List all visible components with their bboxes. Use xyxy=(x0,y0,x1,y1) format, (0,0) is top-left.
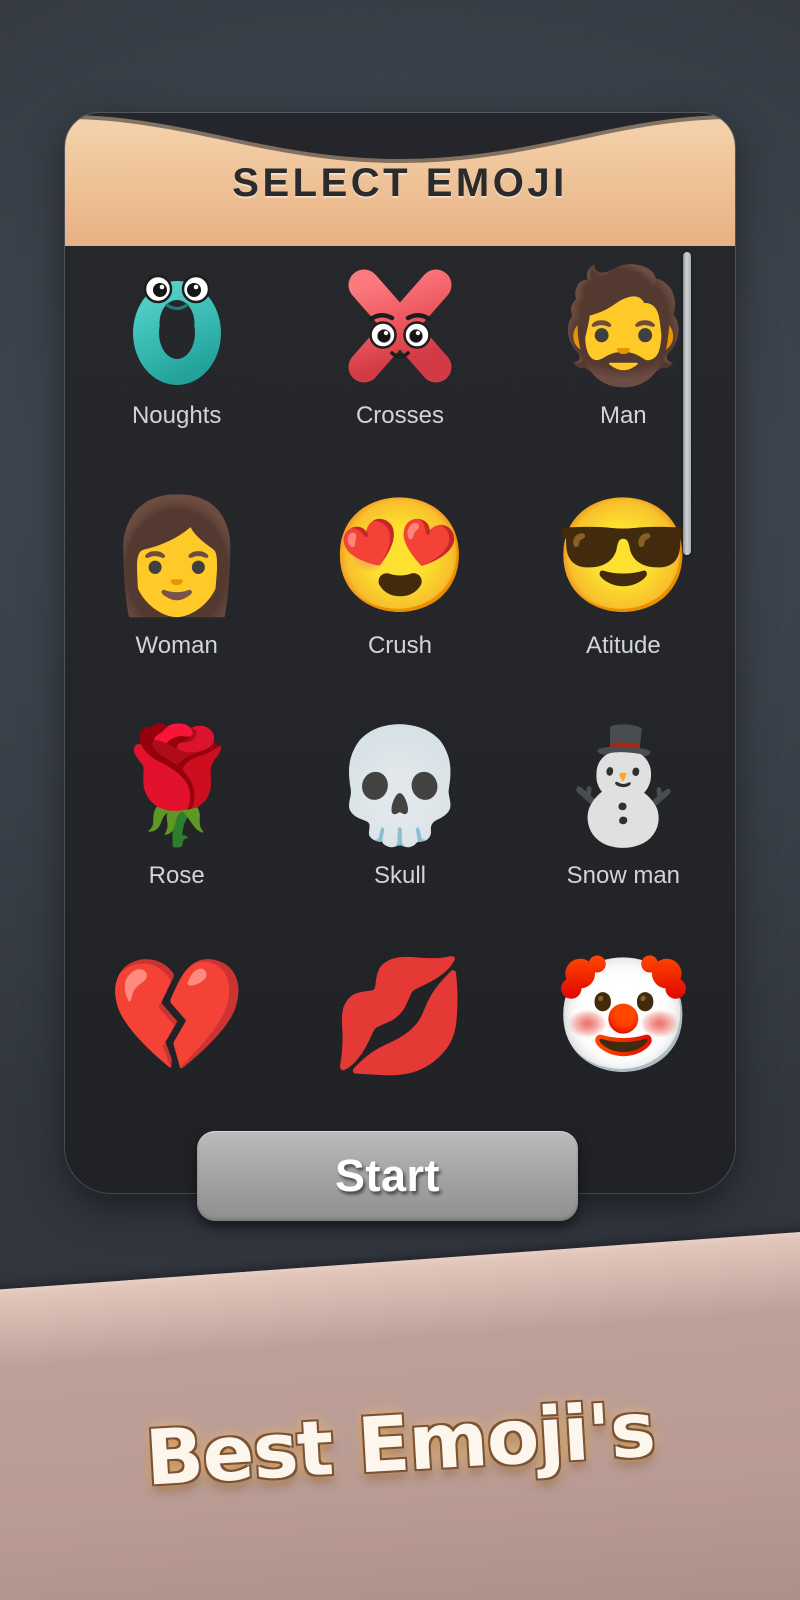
banner-highlight xyxy=(0,1227,800,1372)
page-title: SELECT EMOJI xyxy=(232,161,568,205)
heart-eyes-emoji: 😍 xyxy=(330,493,470,618)
crosses-x-icon xyxy=(330,256,470,396)
emoji-cell-rose[interactable]: 🌹 Rose xyxy=(65,706,288,936)
emoji-row: 👩 Woman 😍 Crush 😎 Atitude xyxy=(65,476,735,706)
emoji-label: Snow man xyxy=(566,862,681,889)
app-screen: SELECT EMOJI Noughts Crosses 🧔 Man 👩 Wom… xyxy=(0,0,800,1600)
emoji-cell-skull[interactable]: 💀 Skull xyxy=(288,706,511,936)
emoji-label: Woman xyxy=(135,632,218,659)
emoji-row: Noughts Crosses 🧔 Man xyxy=(65,246,735,476)
emoji-label: Crush xyxy=(367,632,432,659)
emoji-label: Noughts xyxy=(131,402,222,429)
emoji-cell-woman[interactable]: 👩 Woman xyxy=(65,476,288,706)
emoji-label: Skull xyxy=(373,862,426,889)
scrollbar-thumb[interactable] xyxy=(683,252,691,555)
snowman-emoji: ⛄ xyxy=(553,723,694,848)
emoji-cell-noughts[interactable]: Noughts xyxy=(65,246,288,476)
emoji-row: 🌹 Rose 💀 Skull ⛄ Snow man xyxy=(65,706,735,936)
woman-emoji: 👩 xyxy=(106,493,247,618)
emoji-label: Crosses xyxy=(355,402,444,429)
emoji-label: Atitude xyxy=(585,632,661,659)
panel-header: SELECT EMOJI xyxy=(65,113,735,246)
clown-face-emoji: 🤡 xyxy=(553,953,694,1078)
emoji-label: Man xyxy=(599,402,647,429)
emoji-grid: Noughts Crosses 🧔 Man 👩 Woman 😍 Crush 😎 … xyxy=(65,246,735,1193)
sunglasses-cool-emoji: 😎 xyxy=(553,493,694,618)
noughts-o-icon xyxy=(107,256,247,396)
man-bearded-emoji: 🧔 xyxy=(553,263,694,388)
emoji-cell-man[interactable]: 🧔 Man xyxy=(512,246,735,476)
emoji-selection-panel: SELECT EMOJI Noughts Crosses 🧔 Man 👩 Wom… xyxy=(65,113,735,1193)
broken-heart-emoji: 💔 xyxy=(106,953,247,1078)
emoji-cell-crosses[interactable]: Crosses xyxy=(288,246,511,476)
skull-emoji: 💀 xyxy=(330,723,470,848)
emoji-list-scrollbar[interactable] xyxy=(683,252,691,1172)
start-button[interactable]: Start xyxy=(197,1131,578,1221)
emoji-label: Rose xyxy=(148,862,205,889)
emoji-cell-crush[interactable]: 😍 Crush xyxy=(288,476,511,706)
emoji-cell-snowman[interactable]: ⛄ Snow man xyxy=(512,706,735,936)
emoji-cell-atitude[interactable]: 😎 Atitude xyxy=(512,476,735,706)
rose-emoji: 🌹 xyxy=(106,723,247,848)
kiss-mark-emoji: 💋 xyxy=(330,953,470,1078)
